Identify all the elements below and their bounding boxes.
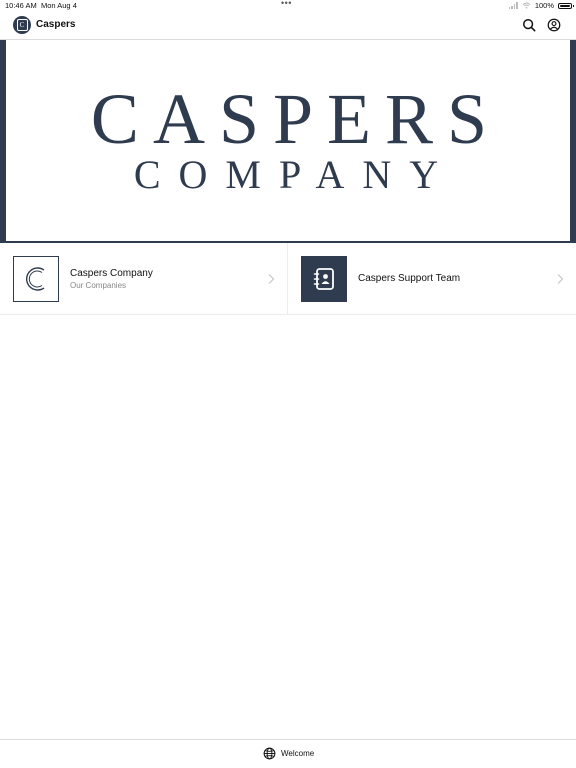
c-logo-icon bbox=[25, 267, 45, 291]
signal-icon bbox=[508, 2, 518, 9]
chevron-right-icon bbox=[557, 274, 564, 284]
app-logo[interactable]: C bbox=[13, 16, 31, 34]
status-time: 10:46 AM bbox=[5, 1, 37, 10]
company-logo-thumb bbox=[13, 256, 59, 302]
banner-line-1: CASPERS bbox=[90, 79, 502, 159]
banner-line-2: COMPANY bbox=[133, 152, 457, 197]
tab-welcome[interactable]: Welcome bbox=[263, 747, 314, 760]
tab-label: Welcome bbox=[281, 749, 315, 758]
battery-percent: 100% bbox=[534, 1, 554, 10]
support-team-thumb bbox=[301, 256, 347, 302]
profile-icon[interactable] bbox=[547, 18, 561, 32]
status-date: Mon Aug 4 bbox=[41, 1, 77, 10]
tiles-row: Caspers Company Our Companies Caspers Su… bbox=[0, 243, 576, 315]
tile-title: Caspers Support Team bbox=[358, 273, 461, 284]
battery-icon bbox=[558, 2, 574, 9]
status-bar: 10:46 AM Mon Aug 4 ••• 100% bbox=[0, 0, 576, 12]
search-icon[interactable] bbox=[522, 18, 536, 32]
nav-bar: C Caspers bbox=[0, 12, 576, 40]
tab-bar: Welcome bbox=[0, 739, 576, 768]
contact-book-icon bbox=[313, 268, 334, 290]
tile-caspers-support-team[interactable]: Caspers Support Team bbox=[288, 243, 576, 314]
app-logo-letter: C bbox=[16, 19, 28, 31]
tile-caspers-company[interactable]: Caspers Company Our Companies bbox=[0, 243, 288, 314]
wifi-icon bbox=[522, 2, 531, 9]
status-right: 100% bbox=[508, 1, 574, 10]
hero-banner-inner: CASPERS COMPANY bbox=[6, 40, 570, 241]
tile-title: Caspers Company bbox=[70, 268, 153, 279]
multitasking-dots-icon[interactable]: ••• bbox=[281, 0, 292, 8]
nav-title: Caspers bbox=[36, 19, 76, 30]
chevron-right-icon bbox=[268, 274, 275, 284]
globe-icon bbox=[263, 747, 276, 760]
hero-banner[interactable]: CASPERS COMPANY bbox=[0, 40, 576, 243]
tile-subtitle: Our Companies bbox=[70, 281, 127, 290]
